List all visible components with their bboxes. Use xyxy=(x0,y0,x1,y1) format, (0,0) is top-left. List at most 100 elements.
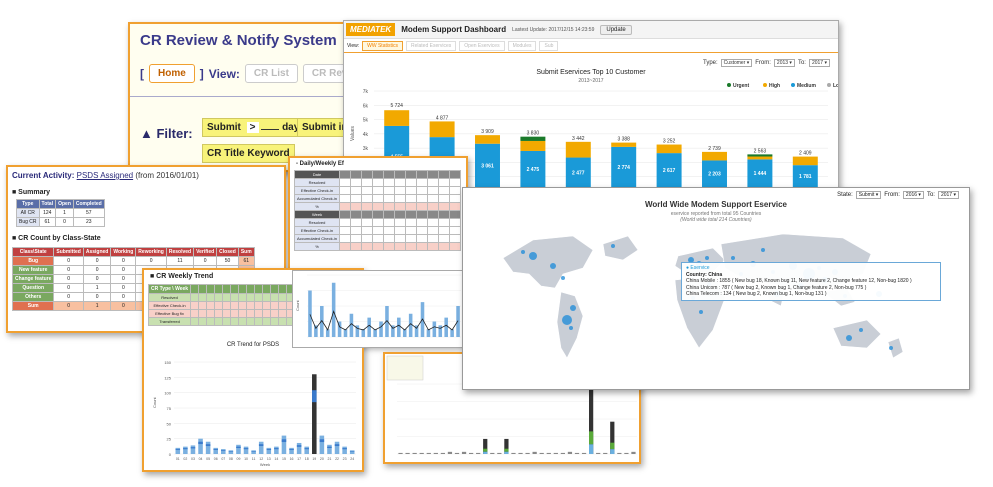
table-row: Week xyxy=(293,210,462,219)
table-cell xyxy=(405,234,418,243)
table-header: Working xyxy=(110,247,137,257)
stack-bar xyxy=(433,452,438,454)
row-label: Accumulated Check-in xyxy=(293,234,341,243)
y-tick-label: 25 xyxy=(167,437,172,442)
table-cell xyxy=(361,202,374,211)
table-row: Bug CR 61 0 23 xyxy=(16,217,105,227)
table-cell xyxy=(383,218,396,227)
x-tick-label: 14 xyxy=(274,457,278,461)
table-cell xyxy=(449,194,462,203)
days-input[interactable] xyxy=(261,129,280,130)
trend-bar xyxy=(444,317,448,337)
table-cell xyxy=(361,242,374,251)
table-cell xyxy=(350,226,363,235)
table-cell xyxy=(372,234,385,243)
x-tick-label: 21 xyxy=(328,457,332,461)
activity-link[interactable]: PSDS Assigned xyxy=(77,171,133,180)
trend-bar xyxy=(438,325,443,337)
table-cell xyxy=(339,226,352,235)
table-cell xyxy=(350,194,363,203)
bar-urgent xyxy=(747,154,773,157)
trend-bar xyxy=(213,447,218,454)
table-header: Class\State xyxy=(11,247,55,257)
trend-bar-segment xyxy=(266,449,272,451)
table-row: Accumulated Check-in xyxy=(293,194,462,203)
bar-high xyxy=(520,140,546,151)
y-tick-label: 125 xyxy=(164,375,171,380)
table-row: % xyxy=(293,202,462,211)
table-cell xyxy=(438,194,451,203)
home-button[interactable]: Home xyxy=(149,64,195,83)
filter-label: ▲ Filter: xyxy=(140,126,193,141)
table-cell xyxy=(383,186,396,195)
trend-bar-segment xyxy=(312,390,317,403)
trend-bar-segment xyxy=(190,447,196,449)
table-header: Sum xyxy=(237,247,255,257)
map-region xyxy=(502,235,594,289)
table-cell xyxy=(416,242,429,251)
trend-bar xyxy=(426,329,431,337)
table-cell xyxy=(416,210,429,219)
table-cell xyxy=(339,186,352,195)
bar-value-label: 2 203 xyxy=(708,172,721,178)
table-cell: 0 xyxy=(53,301,84,311)
bar-total-label: 3 830 xyxy=(527,130,540,136)
stack-bar xyxy=(603,452,608,454)
table-cell: Others xyxy=(11,292,55,302)
table-cell xyxy=(339,202,352,211)
map-tooltip: ● Eservice Country: China China Mobile :… xyxy=(681,262,941,301)
table-cell xyxy=(394,242,407,251)
y-tick-label: 4k xyxy=(363,132,369,138)
table-cell xyxy=(449,234,462,243)
row-label: Week xyxy=(293,210,341,219)
table-cell: Change feature xyxy=(11,274,55,284)
map-bubble xyxy=(521,250,525,254)
table-cell xyxy=(394,170,407,179)
table-cell: 0 xyxy=(82,274,112,284)
table-cell xyxy=(438,170,451,179)
stack-bar xyxy=(440,452,445,454)
table-cell xyxy=(383,210,396,219)
daily-table: Date Resolved Effective Check-in Accumulate… xyxy=(293,170,462,251)
x-tick-label: 10 xyxy=(244,457,248,461)
bar-high xyxy=(429,121,455,138)
bar-high xyxy=(747,156,773,160)
table-cell: 0 xyxy=(53,274,84,284)
trend-bar xyxy=(308,290,312,337)
summary-table: Type Total Open Completed All CR 124 1 57 Bug CR… xyxy=(16,199,105,227)
y-tick-label: 6k xyxy=(363,103,369,109)
table-header: Submitted xyxy=(53,247,84,257)
map-bubble xyxy=(562,315,572,325)
table-cell xyxy=(405,186,418,195)
trend-bar xyxy=(175,447,181,454)
x-tick-label: 17 xyxy=(297,457,301,461)
trend-bar xyxy=(334,441,340,454)
table-cell xyxy=(438,186,451,195)
table-cell xyxy=(405,210,418,219)
table-cell xyxy=(361,218,374,227)
trend-bar-segment xyxy=(228,451,234,452)
table-cell xyxy=(350,210,363,219)
legend-label-urgent: Urgent xyxy=(733,83,749,89)
table-cell xyxy=(416,178,429,187)
page-title: CR Review & Notify System xyxy=(140,32,337,49)
bar-value-label: 2 477 xyxy=(572,170,585,176)
title-keyword-filter[interactable]: CR Title Keyword xyxy=(202,144,295,163)
cr-list-button[interactable]: CR List xyxy=(244,64,298,83)
map-bubble xyxy=(550,263,556,269)
bar-high xyxy=(702,151,727,161)
table-cell xyxy=(438,242,451,251)
stack-bar xyxy=(511,452,516,454)
table-cell: 0 xyxy=(135,256,167,266)
bar-total-label: 4 877 xyxy=(436,115,449,121)
stack-bar-segment xyxy=(504,448,509,452)
trend-bar xyxy=(304,446,309,454)
trend-bar xyxy=(221,449,226,454)
x-tick-label: 05 xyxy=(206,457,210,461)
y-axis-label: Values xyxy=(350,126,356,141)
table-cell xyxy=(438,234,451,243)
trend-bar-segment xyxy=(183,448,188,450)
submit-filter[interactable]: Submit > days xyxy=(202,118,310,137)
table-cell: 0 xyxy=(110,265,137,275)
table-cell xyxy=(394,194,407,203)
